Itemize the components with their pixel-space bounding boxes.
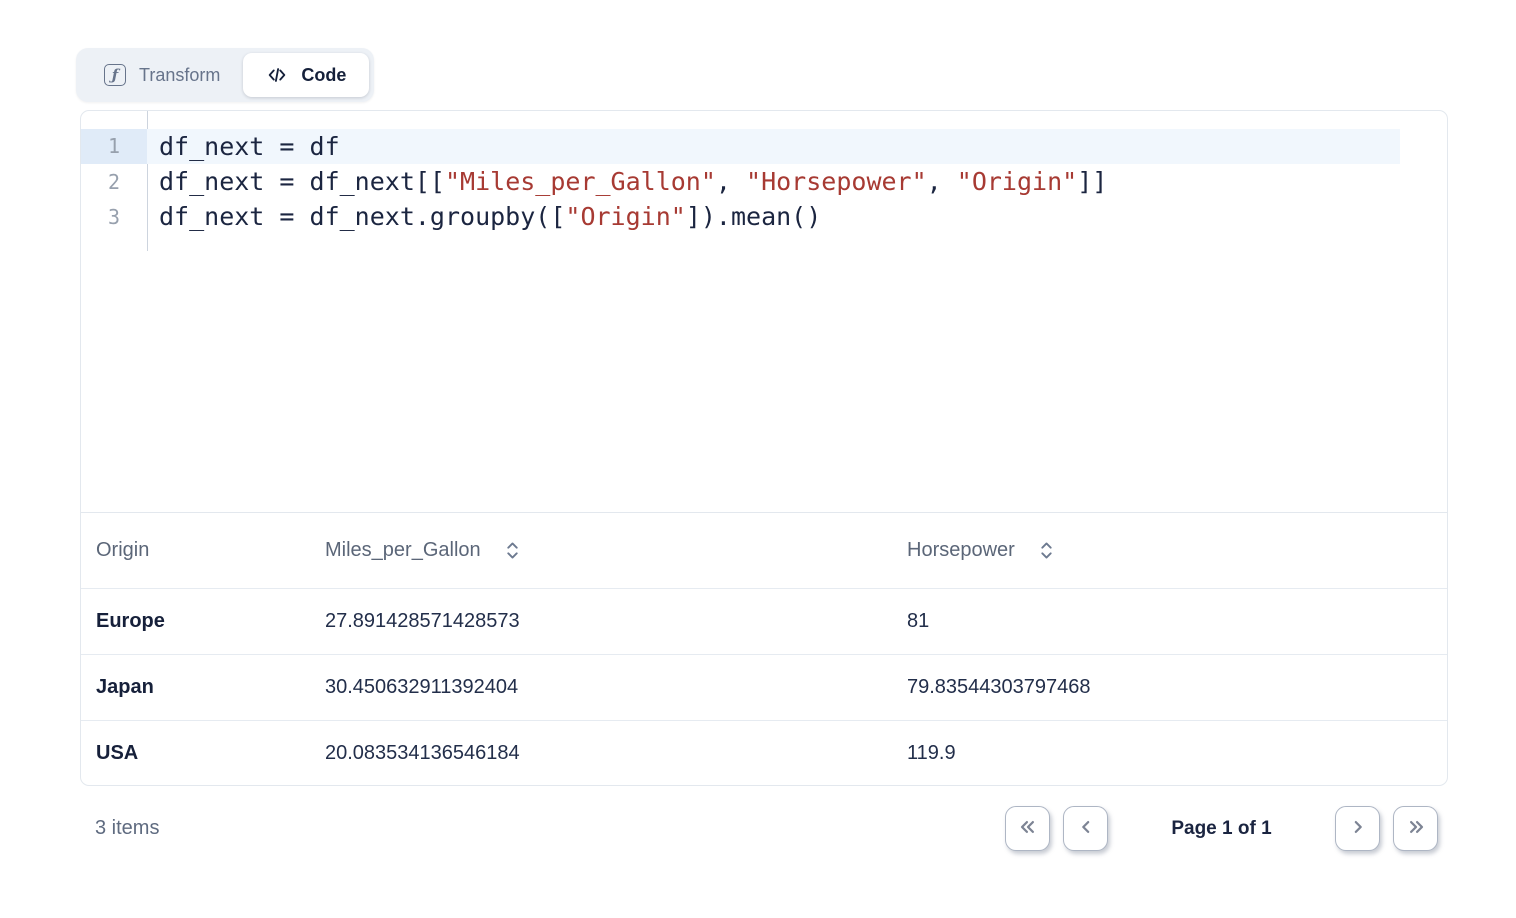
view-mode-tabbar: ƒ Transform Code <box>76 48 374 102</box>
column-header-miles_per_gallon[interactable]: Miles_per_Gallon <box>325 539 907 562</box>
table-row: Japan30.45063291139240479.83544303797468 <box>81 654 1447 720</box>
result-table: OriginMiles_per_GallonHorsepower Europe2… <box>81 513 1447 786</box>
function-icon: ƒ <box>104 64 126 86</box>
value-cell: 81 <box>907 610 1447 633</box>
pager: Page 1 of 1 <box>1005 806 1438 851</box>
table-footer: 3 items Page 1 of 1 <box>80 786 1448 871</box>
chevron-right-icon <box>1345 814 1371 843</box>
prev-page-button[interactable] <box>1063 806 1108 851</box>
code-line[interactable]: 2df_next = df_next[["Miles_per_Gallon", … <box>81 164 1447 199</box>
chevrons-left-icon <box>1015 814 1041 843</box>
code-editor[interactable]: 1df_next = df2df_next = df_next[["Miles_… <box>81 111 1447 513</box>
line-number: 3 <box>81 205 147 229</box>
column-header-origin: Origin <box>81 539 325 562</box>
chevron-left-icon <box>1073 814 1099 843</box>
table-row: Europe27.89142857142857381 <box>81 588 1447 654</box>
tab-code-label: Code <box>301 65 346 86</box>
next-page-button[interactable] <box>1335 806 1380 851</box>
sort-icon[interactable] <box>505 540 520 561</box>
tab-transform[interactable]: ƒ Transform <box>81 53 243 97</box>
code-text: df_next = df_next[["Miles_per_Gallon", "… <box>147 164 1447 199</box>
value-cell: 27.891428571428573 <box>325 610 907 633</box>
tab-transform-label: Transform <box>139 65 220 86</box>
tab-code[interactable]: Code <box>243 53 369 97</box>
code-line[interactable]: 1df_next = df <box>81 129 1447 164</box>
column-header-label: Horsepower <box>907 539 1015 562</box>
value-cell: 30.450632911392404 <box>325 676 907 699</box>
column-header-label: Origin <box>96 539 149 562</box>
code-icon <box>266 64 288 86</box>
row-index-cell: Japan <box>81 676 325 699</box>
column-header-label: Miles_per_Gallon <box>325 539 481 562</box>
code-text: df_next = df <box>147 129 1400 164</box>
page-indicator: Page 1 of 1 <box>1108 818 1335 840</box>
row-index-cell: USA <box>81 742 325 765</box>
line-number: 2 <box>81 170 147 194</box>
chevrons-right-icon <box>1403 814 1429 843</box>
table-row: USA20.083534136546184119.9 <box>81 720 1447 786</box>
code-text: df_next = df_next.groupby(["Origin"]).me… <box>147 199 1447 234</box>
transform-panel: 1df_next = df2df_next = df_next[["Miles_… <box>80 110 1448 786</box>
value-cell: 20.083534136546184 <box>325 742 907 765</box>
code-line[interactable]: 3df_next = df_next.groupby(["Origin"]).m… <box>81 199 1447 234</box>
sort-icon[interactable] <box>1039 540 1054 561</box>
line-number: 1 <box>81 129 147 164</box>
table-header-row: Origin Miles_per_Gallon Horsepower <box>81 513 1447 588</box>
row-index-cell: Europe <box>81 610 325 633</box>
value-cell: 119.9 <box>907 742 1447 765</box>
value-cell: 79.83544303797468 <box>907 676 1447 699</box>
first-page-button[interactable] <box>1005 806 1050 851</box>
column-header-horsepower[interactable]: Horsepower <box>907 539 1447 562</box>
items-count: 3 items <box>80 817 159 840</box>
last-page-button[interactable] <box>1393 806 1438 851</box>
